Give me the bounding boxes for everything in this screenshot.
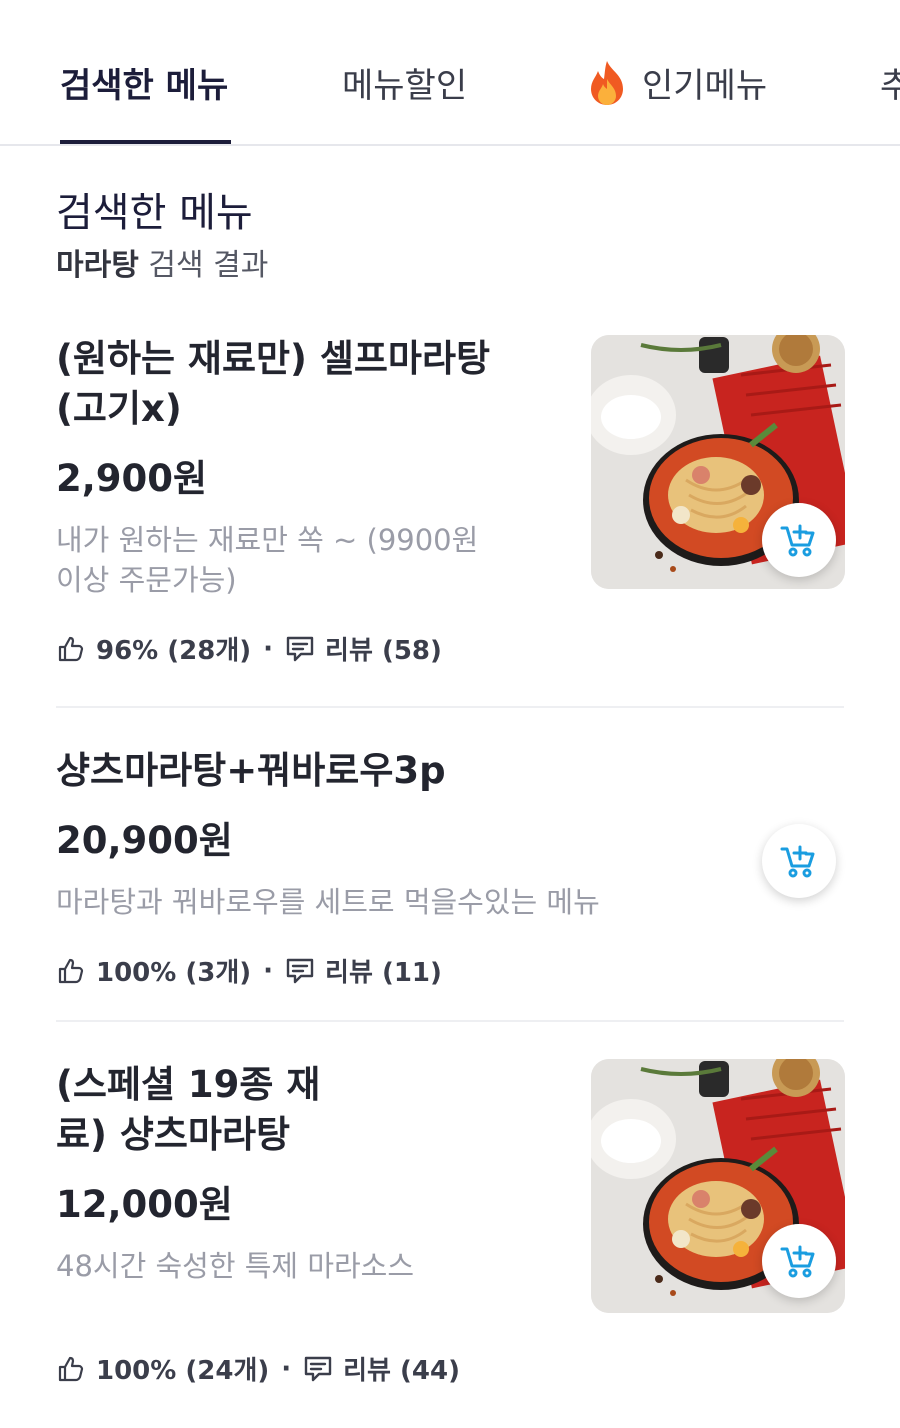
menu-item-description: 48시간 숙성한 특제 마라소스	[56, 1249, 415, 1283]
search-result-suffix: 검색 결과	[148, 248, 269, 283]
add-to-cart-button[interactable]	[762, 824, 836, 898]
review-count: 리뷰 (58)	[325, 636, 442, 666]
item-divider	[56, 1020, 844, 1022]
review-count: 리뷰 (44)	[343, 1356, 460, 1386]
tab-next[interactable]: 추	[880, 58, 900, 106]
menu-item-name: (스페셜 19종 재료) 샹츠마라탕	[56, 1063, 321, 1156]
item-divider	[56, 706, 844, 708]
like-rate: 100% (24개)	[96, 1356, 270, 1386]
search-result-caption: 마라탕 검색 결과	[56, 240, 268, 284]
review-count: 리뷰 (11)	[325, 958, 442, 988]
cart-plus-icon	[779, 520, 819, 560]
tab-menu-discount[interactable]: 메뉴할인	[342, 58, 468, 106]
separator-dot: ·	[263, 955, 274, 986]
review-icon	[285, 956, 315, 986]
search-keyword: 마라탕	[56, 248, 139, 283]
menu-item-price: 20,900원	[56, 819, 233, 862]
tab-label: 인기메뉴	[642, 66, 768, 106]
menu-item-description: 내가 원하는 재료만 쏙 ~ (9900원 이상 주문가능)	[56, 523, 479, 597]
like-rate: 96% (28개)	[96, 636, 252, 666]
menu-item-stats: 100% (24개) · 리뷰 (44)	[56, 1350, 846, 1387]
category-tabbar: 검색한 메뉴 메뉴할인 인기메뉴 추	[0, 0, 900, 146]
menu-item-name: (원하는 재료만) 셀프마라탕 (고기x)	[56, 337, 491, 430]
thumbs-up-icon	[56, 1354, 86, 1384]
active-tab-indicator	[60, 140, 231, 144]
menu-item-stats: 96% (28개) · 리뷰 (58)	[56, 630, 846, 667]
separator-dot: ·	[263, 633, 274, 664]
thumbs-up-icon	[56, 956, 86, 986]
section-title: 검색한 메뉴	[56, 190, 253, 236]
add-to-cart-button[interactable]	[762, 503, 836, 577]
fire-icon	[591, 61, 623, 105]
thumbs-up-icon	[56, 634, 86, 664]
separator-dot: ·	[281, 1353, 292, 1384]
menu-item-description: 마라탕과 꿔바로우를 세트로 먹을수있는 메뉴	[56, 885, 600, 919]
review-icon	[285, 634, 315, 664]
tab-searched-menu[interactable]: 검색한 메뉴	[60, 58, 229, 106]
like-rate: 100% (3개)	[96, 958, 252, 988]
tab-label: 검색한 메뉴	[60, 66, 229, 106]
tab-popular-menu[interactable]: 인기메뉴	[586, 58, 768, 106]
tab-label: 추	[880, 66, 900, 106]
menu-item-stats: 100% (3개) · 리뷰 (11)	[56, 952, 846, 989]
cart-plus-icon	[779, 841, 819, 881]
menu-item-name: 샹츠마라탕+꿔바로우3p	[56, 749, 446, 792]
menu-item[interactable]: 샹츠마라탕+꿔바로우3p 20,900원 마라탕과 꿔바로우를 세트로 먹을수있…	[56, 746, 846, 989]
tab-label: 메뉴할인	[342, 66, 468, 106]
cart-plus-icon	[779, 1241, 819, 1281]
add-to-cart-button[interactable]	[762, 1224, 836, 1298]
review-icon	[303, 1354, 333, 1384]
